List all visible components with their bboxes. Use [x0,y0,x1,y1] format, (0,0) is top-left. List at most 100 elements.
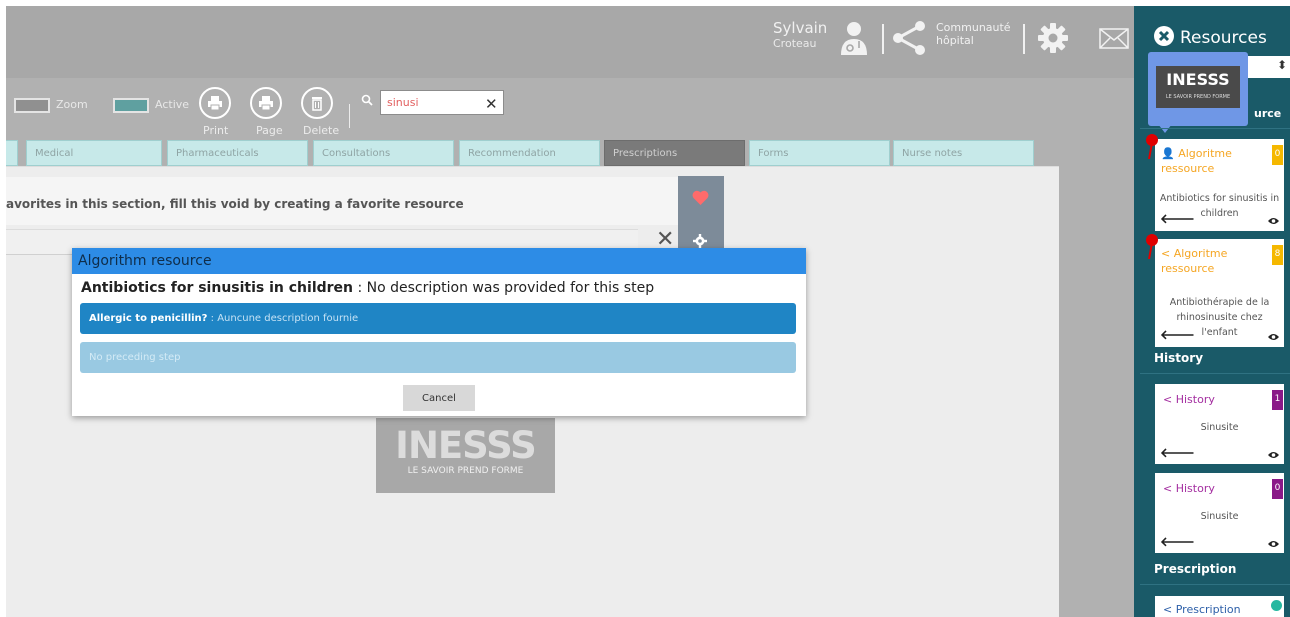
inesss-logo: INESSS LE SAVOIR PREND FORME [376,418,555,493]
eye-icon[interactable] [1268,540,1279,548]
share-icon: < [1163,393,1176,406]
print-label: Print [203,124,229,137]
close-icon[interactable] [1154,26,1174,46]
tooltip-logo-subtitle: LE SAVOIR PREND FORME [1165,94,1231,100]
pin-icon [1146,234,1158,259]
eye-icon[interactable] [1268,217,1279,225]
tab-pharmaceuticals[interactable]: Pharmaceuticals [167,140,308,166]
count-badge: 0 [1272,479,1283,499]
logo-subtitle: LE SAVOIR PREND FORME [407,466,524,476]
history-card[interactable]: < History 0 Sinusite 🡐 [1155,473,1284,553]
print-button[interactable] [199,87,231,119]
zoom-swatch[interactable] [14,98,50,113]
tab-recommendation[interactable]: Recommendation [459,140,600,166]
favorites-empty-message: avorites in this section, fill this void… [6,177,678,225]
section-heading-partial: urce [1254,107,1282,120]
panel-divider [1140,128,1290,129]
description-line2: children [1200,208,1239,219]
tab-prescriptions[interactable]: Prescriptions [604,140,745,166]
status-dot [1271,600,1282,611]
app-window: Sylvain Croteau Communauté hôpital Zoom … [6,6,1290,617]
community-link[interactable]: Communauté hôpital [936,21,1011,47]
tooltip-logo-text: INESSS [1166,70,1230,89]
delete-button[interactable] [301,87,333,119]
option-allergic-penicillin[interactable]: Allergic to penicillin? : Auncune descri… [80,303,796,334]
toolbar-separator [349,104,350,128]
question-title: Antibiotics for sinusitis in children [81,280,354,296]
tab-consultations[interactable]: Consultations [313,140,454,166]
search-clear-button[interactable]: ✕ [485,95,498,113]
description-line1: Antibiothérapie de la [1169,297,1270,308]
count-badge: 8 [1272,245,1283,265]
heart-icon[interactable] [692,190,709,205]
pin-icon [1146,134,1158,159]
history-description: Sinusite [1200,511,1239,522]
option-no-preceding-step[interactable]: No preceding step [80,342,796,373]
back-arrow-icon[interactable]: 🡐 [1160,534,1195,550]
panel-divider [1140,373,1290,374]
share-icon: < [1161,247,1174,260]
select-arrows-icon: ⬍ [1276,58,1287,72]
tab-medical[interactable]: Medical [26,140,162,166]
eye-icon[interactable] [1268,333,1279,341]
resource-card[interactable]: 👤 Algoritme ressource 0 Antibiotics for s… [1146,134,1284,231]
resource-type-line1: Algoritme [1173,247,1228,260]
count-badge: 0 [1272,145,1283,165]
community-line2: hôpital [936,34,974,47]
page-button[interactable] [250,87,282,119]
resources-panel: Resources ⬍ INESSS LE SAVOIR PREND FORME… [1134,6,1290,617]
back-arrow-icon[interactable]: 🡐 [1160,211,1195,227]
section-tabs: Medical Pharmaceuticals Consultations Re… [6,140,1134,166]
active-swatch[interactable] [113,98,149,113]
resource-type: < Algoritme ressource [1161,246,1227,276]
top-separator [1023,24,1025,54]
trash-icon [312,97,322,111]
tab-forms[interactable]: Forms [749,140,890,166]
count-badge: 1 [1272,390,1283,410]
active-label: Active [155,98,190,111]
back-arrow-icon[interactable]: 🡐 [1160,327,1195,343]
share-icon: < [1163,603,1176,616]
history-card[interactable]: < History 1 Sinusite 🡐 [1155,384,1284,464]
resource-card[interactable]: < Algoritme ressource 8 Antibiothérapie d… [1146,234,1284,347]
back-arrow-icon[interactable]: 🡐 [1160,445,1195,461]
cancel-button[interactable]: Cancel [403,385,475,411]
panel-title: Resources [1180,28,1267,48]
logo-tooltip: INESSS LE SAVOIR PREND FORME [1148,52,1248,133]
tab-overflow[interactable] [6,140,18,166]
description-line3: l'enfant [1201,327,1238,338]
printer-icon [208,96,222,111]
option-title: Allergic to penicillin? [89,313,208,324]
share-icon[interactable] [891,20,927,56]
history-title: History [1175,482,1215,495]
user-name[interactable]: Sylvain Croteau [773,19,827,50]
option-description: : Auncune description fournie [207,313,359,324]
gear-icon[interactable] [693,234,707,248]
page-label: Page [256,124,283,137]
user-last-name: Croteau [773,37,817,50]
description-line2: rhinosinusite chez [1176,312,1263,323]
mail-icon[interactable] [1099,28,1129,49]
history-title: History [1175,393,1215,406]
eye-icon[interactable] [1268,451,1279,459]
prescription-card[interactable]: < Prescription [1155,596,1284,617]
favorite-tools [678,176,724,256]
dialog-title: Algorithm resource [72,248,806,274]
delete-label: Delete [303,124,340,137]
community-line1: Communauté [936,21,1011,34]
share-icon: < [1163,482,1176,495]
top-bar: Sylvain Croteau Communauté hôpital [6,6,1134,78]
dialog-question: Antibiotics for sinusitis in children : … [81,280,654,296]
page-print-icon [259,96,273,111]
description-line1: Antibiotics for sinusitis in [1159,193,1280,204]
doctor-icon[interactable] [839,21,869,55]
zoom-label: Zoom [56,98,88,111]
settings-gear-icon[interactable] [1037,22,1069,54]
top-separator [882,24,884,54]
history-heading: History [1154,351,1204,365]
tab-nurse-notes[interactable]: Nurse notes [893,140,1034,166]
panel-divider [1140,584,1290,585]
resource-type-line2: ressource [1161,162,1215,175]
search-icon [361,94,373,106]
history-type: < History [1163,481,1215,496]
